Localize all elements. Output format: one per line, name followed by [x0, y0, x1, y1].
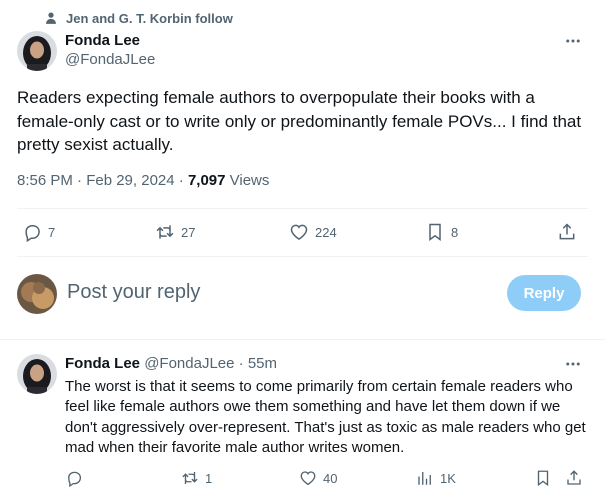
reply-retweet-action[interactable]: 1	[181, 469, 212, 487]
more-icon	[566, 39, 580, 43]
reply-author-handle[interactable]: @FondaJLee	[144, 355, 234, 372]
person-icon	[46, 12, 56, 24]
share-action[interactable]	[557, 222, 577, 242]
views-icon	[418, 472, 431, 485]
retweet-count: 27	[181, 224, 196, 240]
retweet-icon	[182, 472, 198, 484]
reply-header: Fonda Lee @FondaJLee · 55m	[65, 355, 277, 372]
bookmark-action[interactable]: 8	[425, 222, 458, 242]
reply-separator: ·	[234, 355, 248, 372]
reply-like-count: 40	[323, 470, 338, 486]
like-count: 224	[315, 224, 337, 240]
divider	[0, 339, 605, 340]
bookmark-count: 8	[451, 224, 459, 240]
retweet-icon	[156, 225, 174, 239]
reply-button[interactable]: Reply	[507, 275, 581, 311]
user-avatar[interactable]	[17, 274, 57, 314]
like-action[interactable]: 224	[289, 222, 337, 242]
reply-share-action[interactable]	[565, 469, 583, 487]
reply-author-avatar[interactable]	[17, 354, 57, 394]
divider	[17, 256, 588, 257]
retweet-action[interactable]: 27	[155, 222, 195, 242]
views-count: 7,097	[187, 172, 226, 189]
social-context: Jen and G. T. Korbin follow	[44, 9, 233, 27]
share-icon	[567, 470, 581, 485]
reply-timestamp[interactable]: 55m	[248, 355, 277, 372]
tweet-timestamp[interactable]: 8:56 PM · Feb 29, 2024 ·	[17, 172, 188, 189]
reply-count: 7	[48, 224, 56, 240]
heart-icon	[300, 471, 316, 486]
reply-bookmark-action[interactable]	[534, 469, 552, 487]
divider	[17, 208, 588, 209]
reply-views-count: 1K	[440, 470, 456, 486]
reply-action[interactable]: 7	[22, 222, 55, 242]
tweet-text: Readers expecting female authors to over…	[17, 88, 582, 154]
author-handle[interactable]: @FondaJLee	[65, 51, 155, 68]
reply-author-name[interactable]: Fonda Lee	[65, 355, 140, 372]
reply-like-action[interactable]: 40	[299, 469, 337, 487]
bookmark-icon	[429, 223, 441, 241]
more-icon	[566, 362, 580, 366]
author-avatar[interactable]	[17, 31, 57, 71]
share-icon	[559, 223, 575, 240]
views-label: Views	[225, 172, 270, 189]
reply-views-action[interactable]: 1K	[416, 469, 456, 487]
tweet-meta: 8:56 PM · Feb 29, 2024 · 7,097 Views	[17, 172, 269, 189]
heart-icon	[290, 224, 308, 240]
reply-retweet-count: 1	[205, 470, 213, 486]
reply-text: The worst is that it seems to come prima…	[65, 378, 586, 456]
more-options-button[interactable]	[563, 31, 583, 51]
social-context-text: Jen and G. T. Korbin follow	[66, 10, 233, 26]
author-name[interactable]: Fonda Lee	[65, 32, 140, 49]
reply-icon	[68, 471, 82, 487]
reply-input[interactable]: Post your reply	[67, 281, 200, 304]
reply-icon	[25, 225, 40, 242]
bookmark-icon	[537, 470, 549, 487]
reply-reply-action[interactable]	[65, 469, 83, 487]
reply-more-options-button[interactable]	[563, 354, 583, 374]
